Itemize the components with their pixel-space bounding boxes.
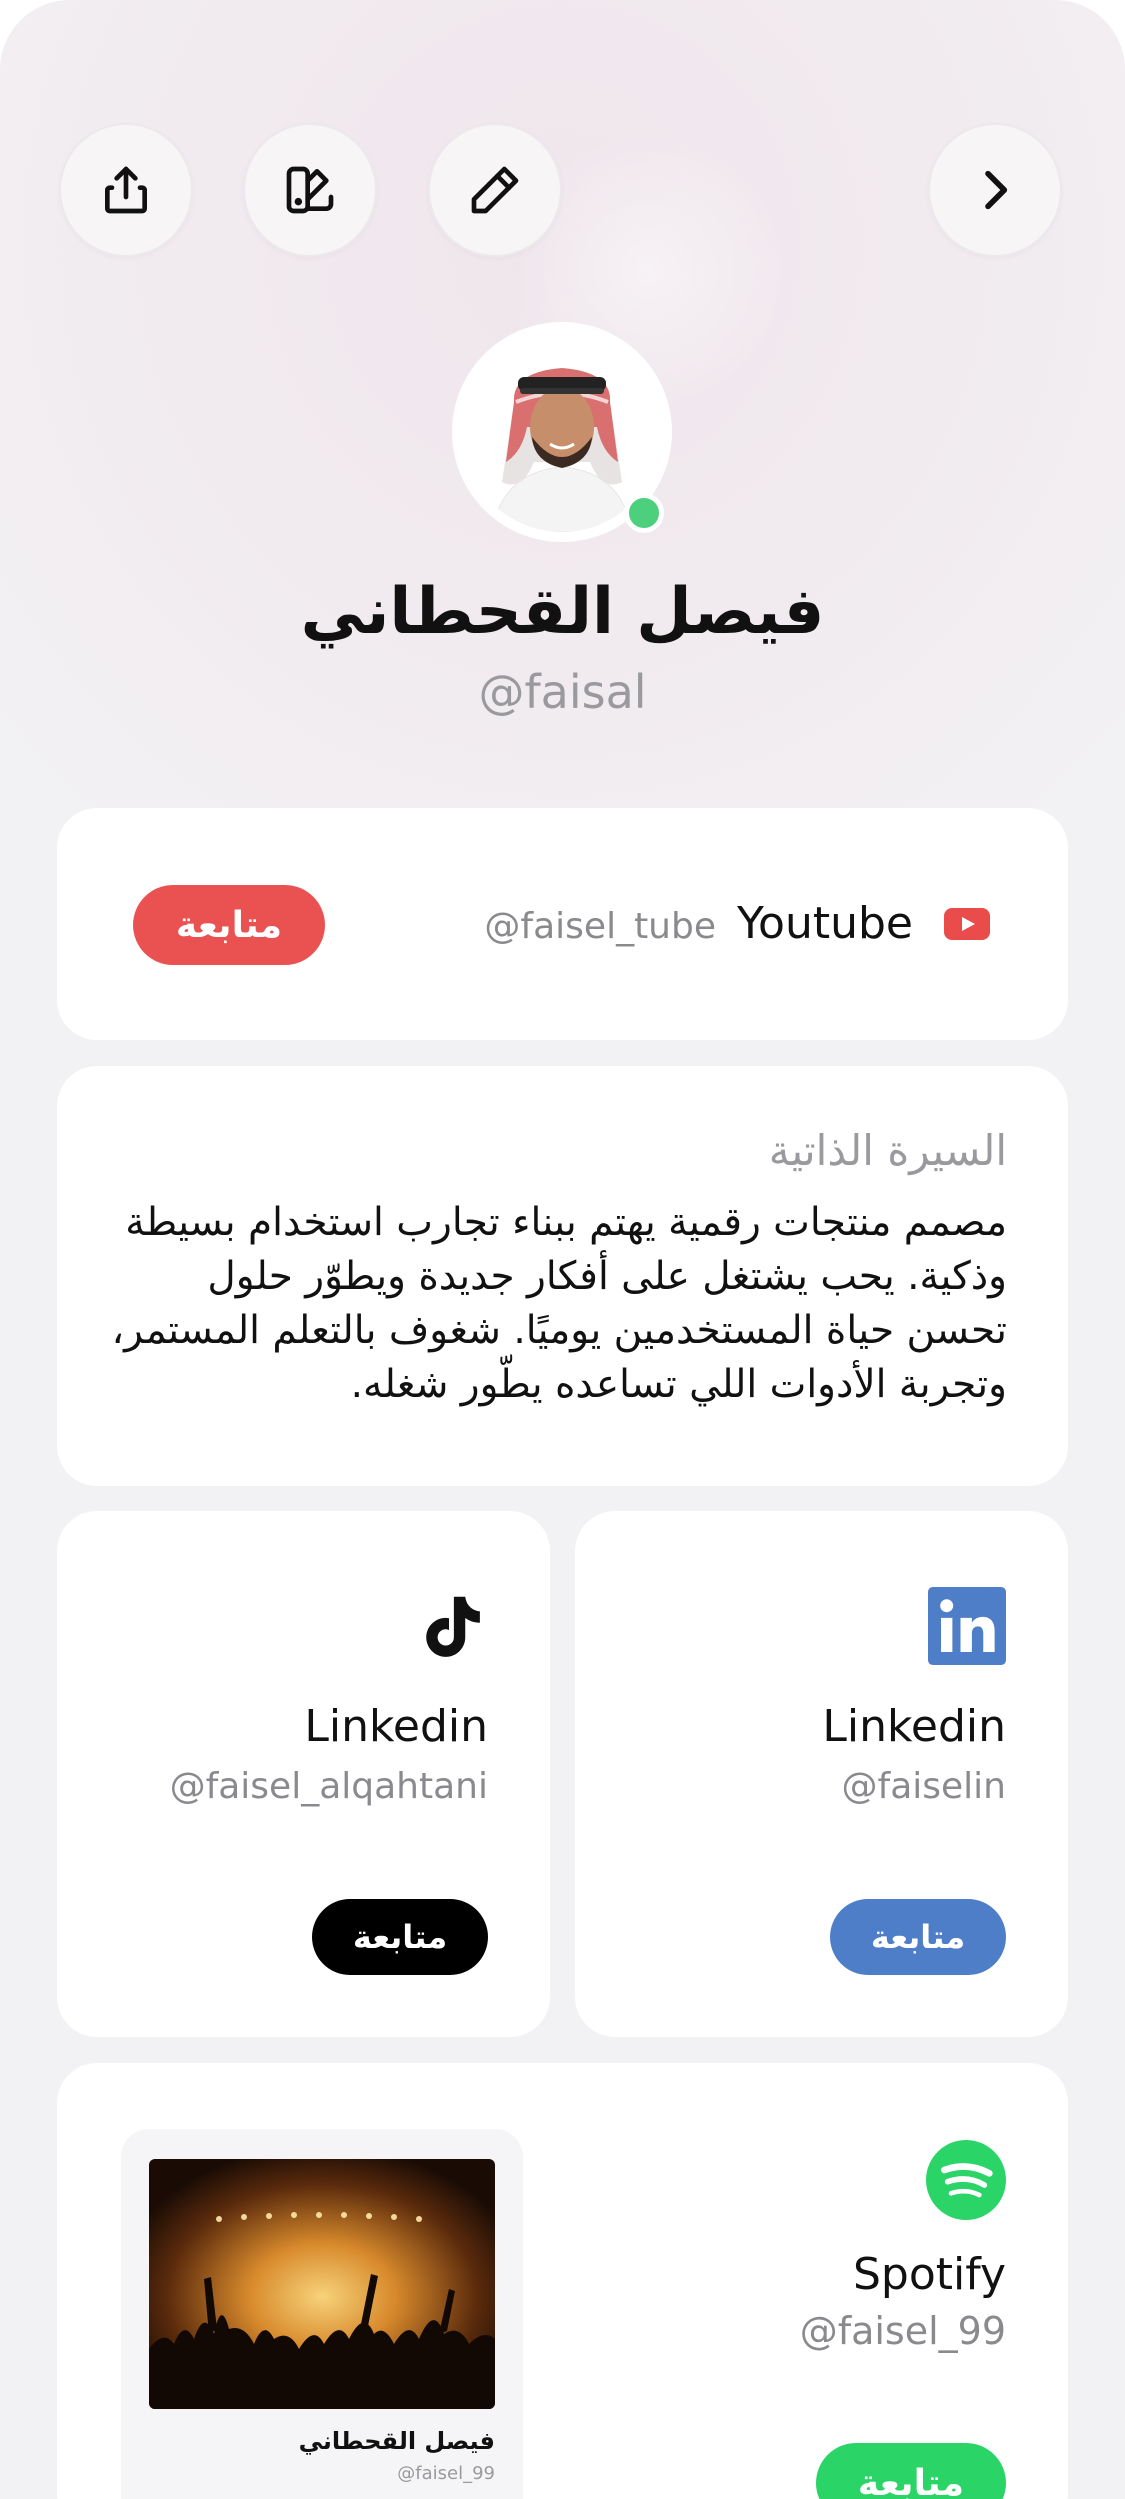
youtube-card[interactable]: متابعة @faisel_tube Youtube — [57, 808, 1068, 1040]
tiktok-title: Linkedin — [304, 1701, 488, 1752]
youtube-follow-button[interactable]: متابعة — [133, 885, 325, 965]
next-button[interactable] — [928, 123, 1062, 257]
spotify-icon — [926, 2140, 1006, 2220]
youtube-title: Youtube — [737, 898, 913, 949]
share-icon — [105, 166, 148, 214]
youtube-handle: @faisel_tube — [484, 906, 716, 947]
edit-button[interactable] — [428, 123, 562, 257]
linkedin-icon — [928, 1587, 1006, 1665]
preview-name: فيصل القحطاني — [298, 2427, 495, 2455]
pencil-icon — [471, 166, 519, 214]
tiktok-follow-button[interactable]: متابعة — [312, 1899, 488, 1975]
spotify-card[interactable]: فيصل القحطاني @faisel_99 Spotify @faisel… — [57, 2063, 1068, 2499]
youtube-icon — [944, 908, 990, 940]
spotify-handle: @faisel_99 — [799, 2309, 1006, 2353]
theme-icon — [286, 166, 334, 214]
tiktok-icon — [426, 1596, 480, 1657]
spotify-follow-button[interactable]: متابعة — [816, 2443, 1006, 2499]
online-status-dot — [624, 493, 664, 533]
concert-photo — [149, 2159, 495, 2409]
profile-screen: فيصل القحطاني @faisal متابعة @faisel_tub… — [0, 0, 1125, 2499]
preview-handle: @faisel_99 — [397, 2463, 495, 2484]
bio-card: السيرة الذاتية مصمم منتجات رقمية يهتم بب… — [57, 1066, 1068, 1486]
tiktok-handle: @faisel_alqahtani — [169, 1766, 488, 1807]
profile-handle: @faisal — [478, 665, 647, 719]
linkedin-title: Linkedin — [822, 1701, 1006, 1752]
bio-title: السيرة الذاتية — [768, 1126, 1007, 1175]
linkedin-follow-button[interactable]: متابعة — [830, 1899, 1006, 1975]
concert-illustration — [149, 2159, 495, 2409]
linkedin-card[interactable]: Linkedin @faiselin متابعة — [575, 1511, 1068, 2037]
share-button[interactable] — [59, 123, 193, 257]
spotify-preview-card[interactable]: فيصل القحطاني @faisel_99 — [121, 2129, 523, 2499]
chevron-right-icon — [985, 170, 1008, 210]
tiktok-card[interactable]: Linkedin @faisel_alqahtani متابعة — [57, 1511, 550, 2037]
theme-button[interactable] — [243, 123, 377, 257]
linkedin-handle: @faiselin — [841, 1766, 1006, 1807]
spotify-title: Spotify — [852, 2249, 1006, 2300]
bio-text: مصمم منتجات رقمية يهتم ببناء تجارب استخد… — [111, 1200, 1007, 1407]
profile-name: فيصل القحطاني — [300, 575, 825, 649]
